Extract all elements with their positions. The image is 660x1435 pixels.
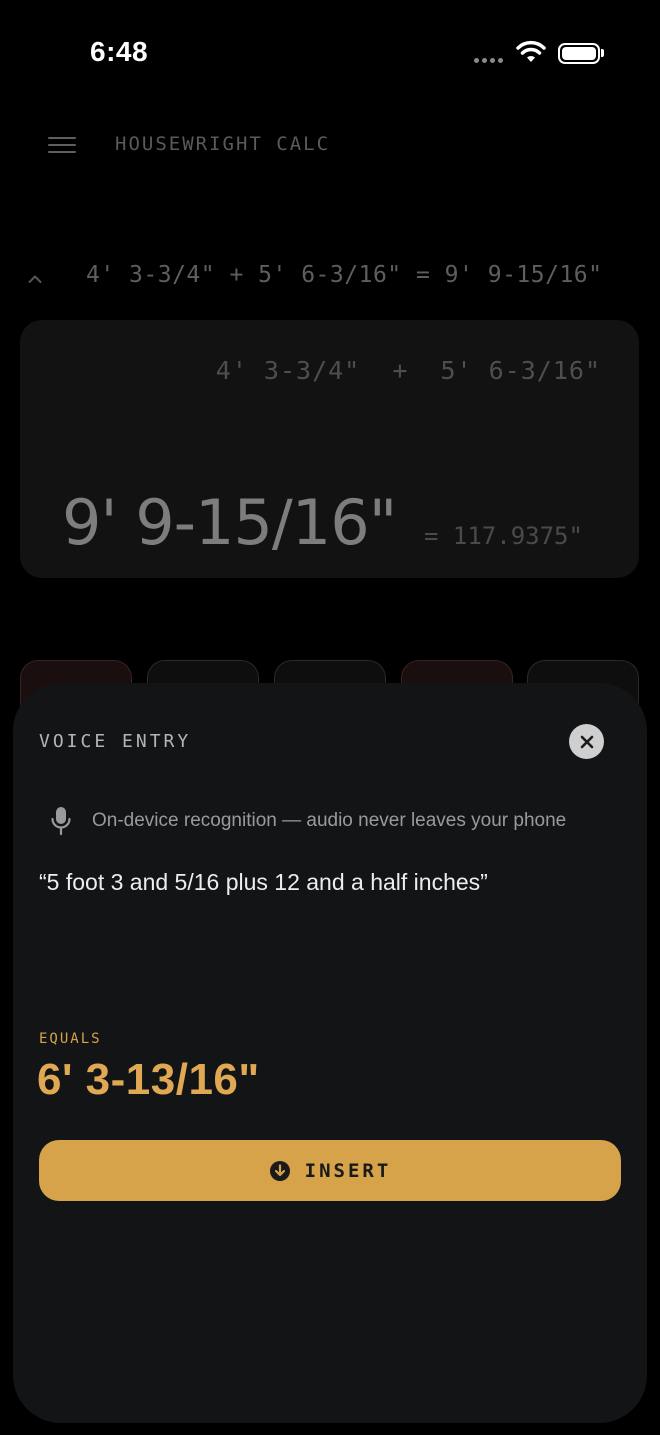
privacy-note: On-device recognition — audio never leav…	[92, 810, 567, 831]
equals-value: 6' 3-13/16"	[37, 1055, 260, 1104]
signal-icon	[474, 58, 506, 64]
microphone-icon	[51, 807, 71, 836]
battery-icon	[558, 43, 600, 64]
voice-entry-sheet: VOICE ENTRY On-device recognition — audi…	[13, 683, 647, 1423]
battery-tip	[601, 49, 604, 57]
voice-transcript: “5 foot 3 and 5/16 plus 12 and a half in…	[39, 869, 488, 895]
close-icon	[580, 735, 593, 748]
history-entry[interactable]: 4' 3-3/4" + 5' 6-3/16" = 9' 9-15/16"	[86, 262, 603, 288]
sheet-title: VOICE ENTRY	[39, 731, 192, 752]
close-button[interactable]	[569, 724, 604, 759]
display-result: 9' 9-15/16"	[62, 486, 397, 559]
status-time: 6:48	[90, 36, 149, 67]
wifi-icon	[516, 40, 546, 62]
display-decimal: = 117.9375"	[424, 522, 583, 550]
display-expression: 4' 3-3/4" + 5' 6-3/16"	[215, 356, 601, 385]
menu-icon[interactable]	[48, 137, 76, 153]
calculator-display: 4' 3-3/4" + 5' 6-3/16" 9' 9-15/16" = 117…	[20, 320, 639, 578]
arrow-down-circle-icon	[269, 1160, 290, 1181]
insert-button[interactable]: INSERT	[39, 1140, 621, 1201]
insert-label: INSERT	[304, 1159, 392, 1182]
app-title: HOUSEWRIGHT CALC	[115, 133, 331, 155]
equals-label: EQUALS	[39, 1031, 102, 1047]
chevron-up-icon[interactable]	[28, 274, 42, 284]
